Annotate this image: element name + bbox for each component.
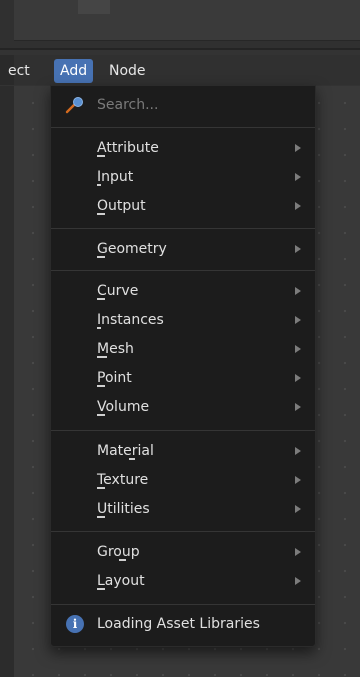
menu-item-attribute[interactable]: Attribute: [51, 133, 315, 163]
header-menu-add[interactable]: Add: [54, 59, 94, 83]
submenu-arrow-icon: [295, 548, 301, 556]
menu-item-input[interactable]: Input: [51, 162, 315, 192]
shortcut-underline: [119, 559, 126, 561]
menu-item-label: Group: [97, 544, 140, 560]
shortcut-underline: [97, 588, 105, 590]
menu-item-label: Output: [97, 198, 146, 214]
menu-item-output[interactable]: Output: [51, 191, 315, 221]
info-icon: i: [66, 615, 84, 633]
submenu-arrow-icon: [295, 476, 301, 484]
menu-item-texture[interactable]: Texture: [51, 465, 315, 495]
submenu-arrow-icon: [295, 345, 301, 353]
add-menu-search[interactable]: Search...: [51, 90, 315, 120]
menu-item-label: Utilities: [97, 501, 150, 517]
top-header-tab[interactable]: [78, 0, 110, 14]
menu-item-label: Instances: [97, 312, 164, 328]
search-placeholder: Search...: [97, 97, 159, 113]
menu-item-layout[interactable]: Layout: [51, 566, 315, 596]
menu-item-utilities[interactable]: Utilities: [51, 494, 315, 524]
shortcut-underline: [97, 356, 107, 358]
menu-item-label: Geometry: [97, 241, 167, 257]
submenu-arrow-icon: [295, 287, 301, 295]
submenu-arrow-icon: [295, 505, 301, 513]
add-menu-dropdown: Search... Attribute Input Output Geometr…: [50, 85, 316, 647]
shortcut-underline: [97, 327, 101, 329]
menu-item-label: Layout: [97, 573, 145, 589]
submenu-arrow-icon: [295, 144, 301, 152]
submenu-arrow-icon: [295, 374, 301, 382]
top-header-area: [14, 0, 360, 41]
menu-item-material[interactable]: Material: [51, 436, 315, 466]
menu-item-point[interactable]: Point: [51, 363, 315, 393]
shortcut-underline: [97, 213, 105, 215]
top-header-strip: [0, 0, 360, 48]
status-label: Loading Asset Libraries: [97, 616, 260, 632]
shortcut-underline: [97, 155, 105, 157]
submenu-arrow-icon: [295, 316, 301, 324]
menu-item-mesh[interactable]: Mesh: [51, 334, 315, 364]
shortcut-underline: [97, 487, 105, 489]
menu-item-curve[interactable]: Curve: [51, 276, 315, 306]
menu-item-label: Texture: [97, 472, 149, 488]
menu-item-label: Material: [97, 443, 154, 459]
submenu-arrow-icon: [295, 447, 301, 455]
menu-item-volume[interactable]: Volume: [51, 392, 315, 422]
menu-item-label: Curve: [97, 283, 139, 299]
menu-item-label: Attribute: [97, 140, 159, 156]
submenu-arrow-icon: [295, 173, 301, 181]
submenu-arrow-icon: [295, 577, 301, 585]
area-divider[interactable]: [0, 48, 360, 50]
menu-item-geometry[interactable]: Geometry: [51, 234, 315, 264]
menu-item-instances[interactable]: Instances: [51, 305, 315, 335]
menu-separator: [51, 604, 315, 605]
shortcut-underline: [129, 458, 135, 460]
shortcut-underline: [97, 298, 105, 300]
search-icon: [64, 96, 86, 114]
shortcut-underline: [97, 385, 105, 387]
node-editor-window: ect Add Node Search... Attribute Input O…: [0, 0, 360, 677]
submenu-arrow-icon: [295, 202, 301, 210]
shortcut-underline: [97, 184, 101, 186]
menu-item-label: Point: [97, 370, 132, 386]
menu-separator: [51, 430, 315, 431]
shortcut-underline: [97, 516, 105, 518]
menu-item-label: Mesh: [97, 341, 134, 357]
shortcut-underline: [97, 414, 105, 416]
submenu-arrow-icon: [295, 245, 301, 253]
shortcut-underline: [97, 256, 105, 258]
asset-library-status: i Loading Asset Libraries: [51, 609, 315, 639]
submenu-arrow-icon: [295, 403, 301, 411]
canvas-edge: [0, 86, 14, 677]
menu-item-label: Volume: [97, 399, 150, 415]
menu-item-group[interactable]: Group: [51, 537, 315, 567]
menu-separator: [51, 531, 315, 532]
menu-separator: [51, 127, 315, 128]
header-menu-node[interactable]: Node: [103, 59, 152, 83]
menu-separator: [51, 270, 315, 271]
header-menu-select[interactable]: ect: [2, 59, 36, 83]
menu-separator: [51, 228, 315, 229]
menu-item-label: Input: [97, 169, 134, 185]
